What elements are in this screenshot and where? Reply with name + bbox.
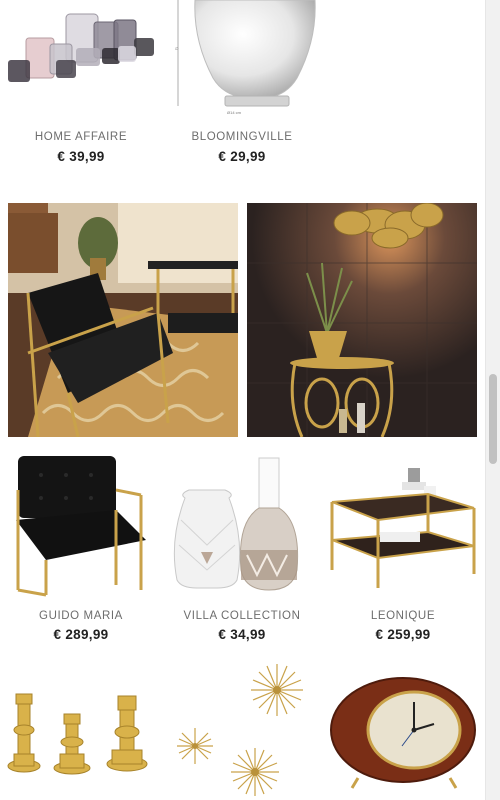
lifestyle-living-room-image[interactable] xyxy=(8,203,238,437)
product-price: € 259,99 xyxy=(375,627,431,642)
product-price: € 29,99 xyxy=(218,149,266,164)
armchair-image[interactable] xyxy=(6,450,156,600)
product-card-table-clock[interactable] xyxy=(328,660,478,800)
product-brand[interactable]: GUIDO MARIA xyxy=(6,610,156,622)
product-card-leonique[interactable]: LEONIQUE € 259,99 xyxy=(328,450,478,650)
glass-lantern-image[interactable]: ∅ Ø14 cm xyxy=(167,0,317,118)
svg-text:Ø14 cm: Ø14 cm xyxy=(227,110,242,115)
product-grid-page: HOME AFFAIRE € 39,99 ∅ Ø14 cm BLOOMINGVI… xyxy=(0,0,486,800)
ceramic-vases-image[interactable] xyxy=(167,450,317,600)
product-price: € 39,99 xyxy=(57,149,105,164)
product-card-home-affaire[interactable]: HOME AFFAIRE € 39,99 xyxy=(6,0,156,170)
product-brand[interactable]: VILLA COLLECTION xyxy=(167,610,317,622)
product-card-villa-collection[interactable]: VILLA COLLECTION € 34,99 xyxy=(167,450,317,650)
product-price: € 289,99 xyxy=(53,627,109,642)
scrollbar-thumb[interactable] xyxy=(489,374,497,464)
product-brand[interactable]: HOME AFFAIRE xyxy=(6,131,156,143)
coffee-table-image[interactable] xyxy=(328,450,478,600)
starburst-decor-image[interactable] xyxy=(167,660,317,800)
product-price: € 34,99 xyxy=(218,627,266,642)
product-card-guido-maria[interactable]: GUIDO MARIA € 289,99 xyxy=(6,450,156,650)
product-card-candle-holders[interactable] xyxy=(6,660,156,800)
svg-text:∅: ∅ xyxy=(175,46,179,51)
product-brand[interactable]: BLOOMINGVILLE xyxy=(167,131,317,143)
tealight-holders-image[interactable] xyxy=(6,0,156,118)
vertical-scrollbar[interactable] xyxy=(485,0,500,800)
candle-holders-image[interactable] xyxy=(6,660,156,800)
product-card-bloomingville[interactable]: ∅ Ø14 cm BLOOMINGVILLE € 29,99 xyxy=(167,0,317,170)
lifestyle-bar-table-image[interactable] xyxy=(247,203,477,437)
table-clock-image[interactable] xyxy=(328,660,478,800)
product-brand[interactable]: LEONIQUE xyxy=(328,610,478,622)
product-card-starburst-decor[interactable] xyxy=(167,660,317,800)
